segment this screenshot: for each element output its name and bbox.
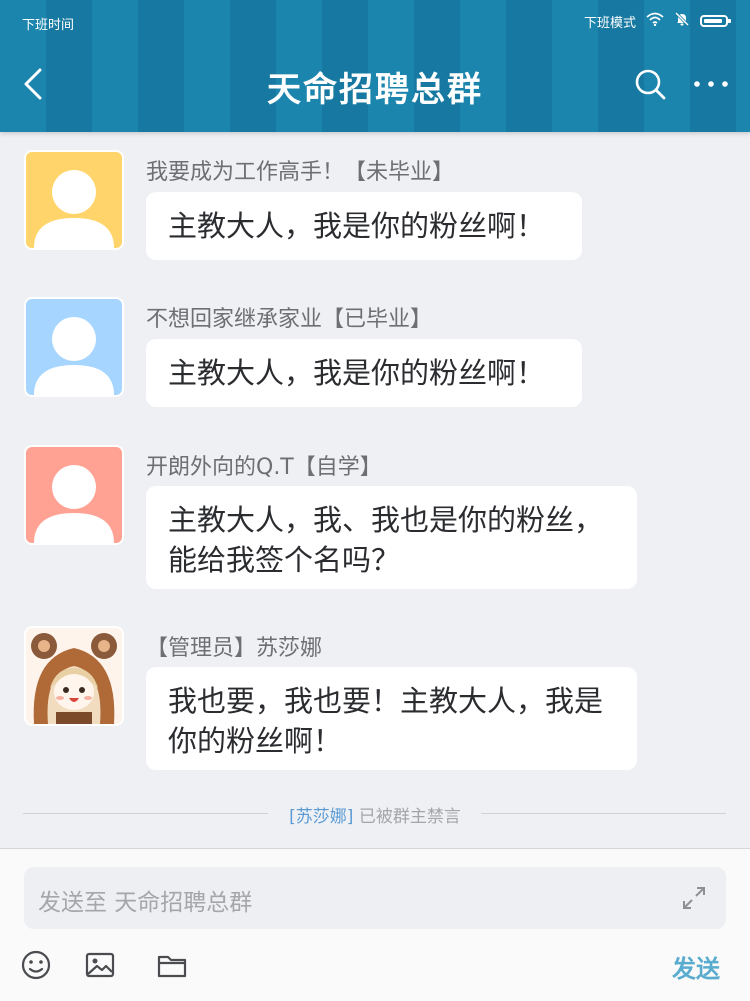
sender-name: 不想回家继承家业【已毕业】 [146, 307, 433, 332]
more-button[interactable] [690, 64, 732, 104]
message-bubble[interactable]: 主教大人，我、我也是你的粉丝，能给我签个名吗？ [146, 486, 637, 589]
avatar[interactable] [24, 626, 124, 726]
message-input[interactable]: 发送至 天命招聘总群 [24, 867, 726, 929]
notice-text: [苏莎娜] 已被群主禁言 [0, 802, 750, 827]
bear-hood-girl-avatar-icon [31, 633, 117, 724]
user-placeholder-icon [34, 465, 114, 543]
notice-message: 已被群主禁言 [353, 807, 461, 827]
battery-icon [700, 15, 731, 27]
sender-name: 开朗外向的Q.T【自学】 [146, 455, 382, 480]
status-mode: 下班模式 [583, 15, 636, 31]
message-bubble[interactable]: 主教大人，我是你的粉丝啊！ [146, 192, 582, 260]
status-bar: 下班时间 下班模式 [0, 0, 750, 44]
app-header: 下班时间 下班模式 天命招聘总群 [0, 0, 750, 132]
search-icon [635, 69, 666, 100]
expand-icon [683, 887, 705, 909]
more-dots-icon [694, 81, 728, 87]
input-placeholder: 发送至 天命招聘总群 [38, 890, 253, 916]
notice-user-link[interactable]: [苏莎娜] [289, 807, 353, 827]
image-button[interactable] [84, 949, 116, 981]
message-bubble[interactable]: 主教大人，我是你的粉丝啊！ [146, 339, 582, 407]
battery-level [704, 19, 722, 23]
sender-name: 我要成为工作高手！【未毕业】 [146, 160, 455, 185]
image-icon [85, 952, 115, 978]
wifi-icon [646, 12, 664, 30]
message-bubble[interactable]: 我也要，我也要！主教大人，我是你的粉丝啊！ [146, 667, 637, 770]
folder-icon [157, 955, 187, 978]
emoji-icon [21, 950, 51, 980]
title-bar: 天命招聘总群 [0, 44, 750, 132]
avatar[interactable] [24, 150, 124, 250]
search-button[interactable] [630, 64, 670, 104]
system-notice: [苏莎娜] 已被群主禁言 [0, 800, 750, 828]
user-placeholder-icon [34, 317, 114, 395]
sender-name: 【管理员】苏莎娜 [146, 636, 323, 661]
folder-button[interactable] [156, 949, 188, 981]
status-carrier: 下班时间 [22, 18, 75, 33]
emoji-button[interactable] [20, 949, 52, 981]
input-area: 发送至 天命招聘总群 发送 [0, 848, 750, 1001]
expand-button[interactable] [680, 884, 708, 912]
status-right-group: 下班模式 [583, 11, 731, 31]
mute-icon [674, 11, 690, 31]
avatar[interactable] [24, 297, 124, 397]
user-placeholder-icon [34, 170, 114, 248]
send-button[interactable]: 发送 [672, 949, 720, 984]
avatar[interactable] [24, 445, 124, 545]
